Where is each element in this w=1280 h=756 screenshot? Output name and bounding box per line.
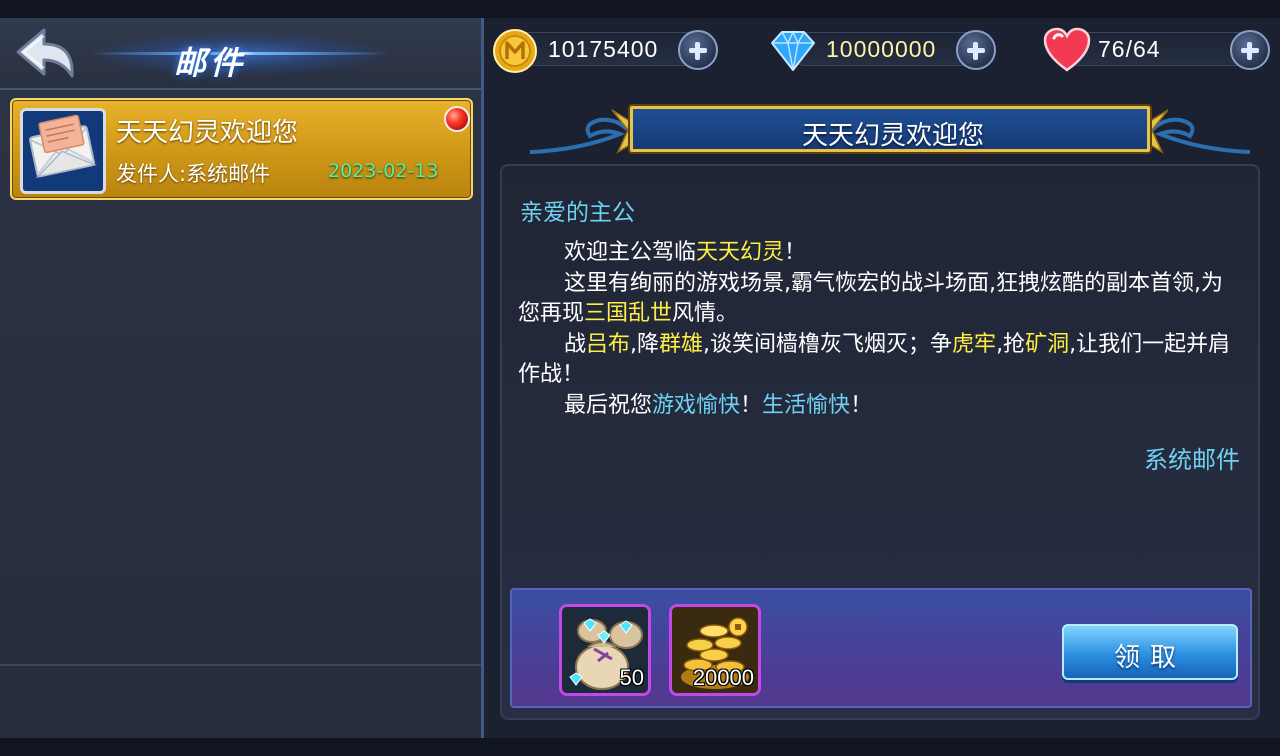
claim-button[interactable]: 领取 [1062,624,1238,680]
banner-plate: 天天幻灵欢迎您 [630,106,1150,152]
diamond-counter: 10000000 [768,26,1002,72]
text-span: 欢迎主公驾临 [564,240,697,265]
mail-header: 邮件 [0,18,481,90]
highlight-life-happy: 生活愉快 [762,392,851,418]
reward-item[interactable]: 50 [559,604,651,696]
text-span: ,抢 [996,331,1026,357]
highlight-mine: 矿洞 [1025,331,1070,357]
page-title: 邮件 [173,44,246,82]
mail-list-panel: 邮件 天天幻灵欢迎您 发件人:系统邮件 2023-02-13 [0,18,484,738]
reward-quantity: 50 [619,665,644,690]
text-span: 风情。 [672,301,739,326]
heart-icon [1042,26,1092,74]
highlight-era: 三国乱世 [584,301,673,326]
highlight-lubu: 吕布 [586,331,631,357]
back-arrow-icon[interactable] [14,24,82,86]
unread-indicator-icon [444,106,470,132]
text-span: ,降 [630,331,660,357]
mail-title-banner: 天天幻灵欢迎您 [520,100,1260,160]
body-paragraph-2: 这里有绚丽的游戏场景,霸气恢宏的战斗场面,狂拽炫酷的副本首领,为您再现三国乱世风… [518,269,1243,330]
body-paragraph-4: 最后祝您游戏愉快！生活愉快！ [518,391,1243,422]
text-span: 最后祝您 [564,392,653,418]
text-span: 战 [564,331,587,357]
mail-date: 2023-02-13 [328,160,439,182]
gold-value: 10175400 [548,36,659,62]
envelope-icon [20,108,106,194]
mail-list-footer [0,664,481,738]
bottom-edge [0,738,1280,756]
mail-signature: 系统邮件 [1144,446,1240,474]
highlight-heroes: 群雄 [659,331,704,357]
mail-title: 天天幻灵欢迎您 [801,121,984,151]
top-edge [0,0,1280,18]
stamina-counter: 76/64 [1040,26,1274,72]
claim-button-label: 领取 [1113,643,1186,673]
reward-item[interactable]: 20000 [669,604,761,696]
mail-body: 欢迎主公驾临天天幻灵！ 这里有绚丽的游戏场景,霸气恢宏的战斗场面,狂拽炫酷的副本… [518,238,1243,421]
text-span: ！ [850,392,873,418]
highlight-hulao: 虎牢 [952,331,997,357]
diamond-value: 10000000 [826,36,937,62]
gold-counter: 10175400 [490,26,724,74]
body-paragraph-3: 战吕布,降群雄,谈笑间樯橹灰飞烟灭；争虎牢,抢矿洞,让我们一起并肩作战！ [518,330,1243,391]
highlight-game-happy: 游戏愉快 [652,392,741,418]
body-paragraph-1: 欢迎主公驾临天天幻灵！ [518,238,1243,269]
text-span: ！ [740,392,763,418]
mail-greeting: 亲爱的主公 [520,200,635,226]
add-gold-plus-icon[interactable] [678,30,718,70]
diamond-icon [768,28,818,74]
mail-sender: 发件人:系统邮件 [116,162,271,186]
stamina-value: 76/64 [1098,36,1161,62]
text-span: ！ [784,240,807,265]
text-span: ,谈笑间樯橹灰飞烟灭；争 [703,331,953,357]
gold-coin-icon [492,28,538,74]
add-diamond-plus-icon[interactable] [956,30,996,70]
mail-list-item[interactable]: 天天幻灵欢迎您 发件人:系统邮件 2023-02-13 [10,98,473,200]
mail-subject: 天天幻灵欢迎您 [116,118,299,148]
reward-quantity: 20000 [692,665,754,690]
add-stamina-plus-icon[interactable] [1230,30,1270,70]
highlight-game-name: 天天幻灵 [696,240,785,265]
